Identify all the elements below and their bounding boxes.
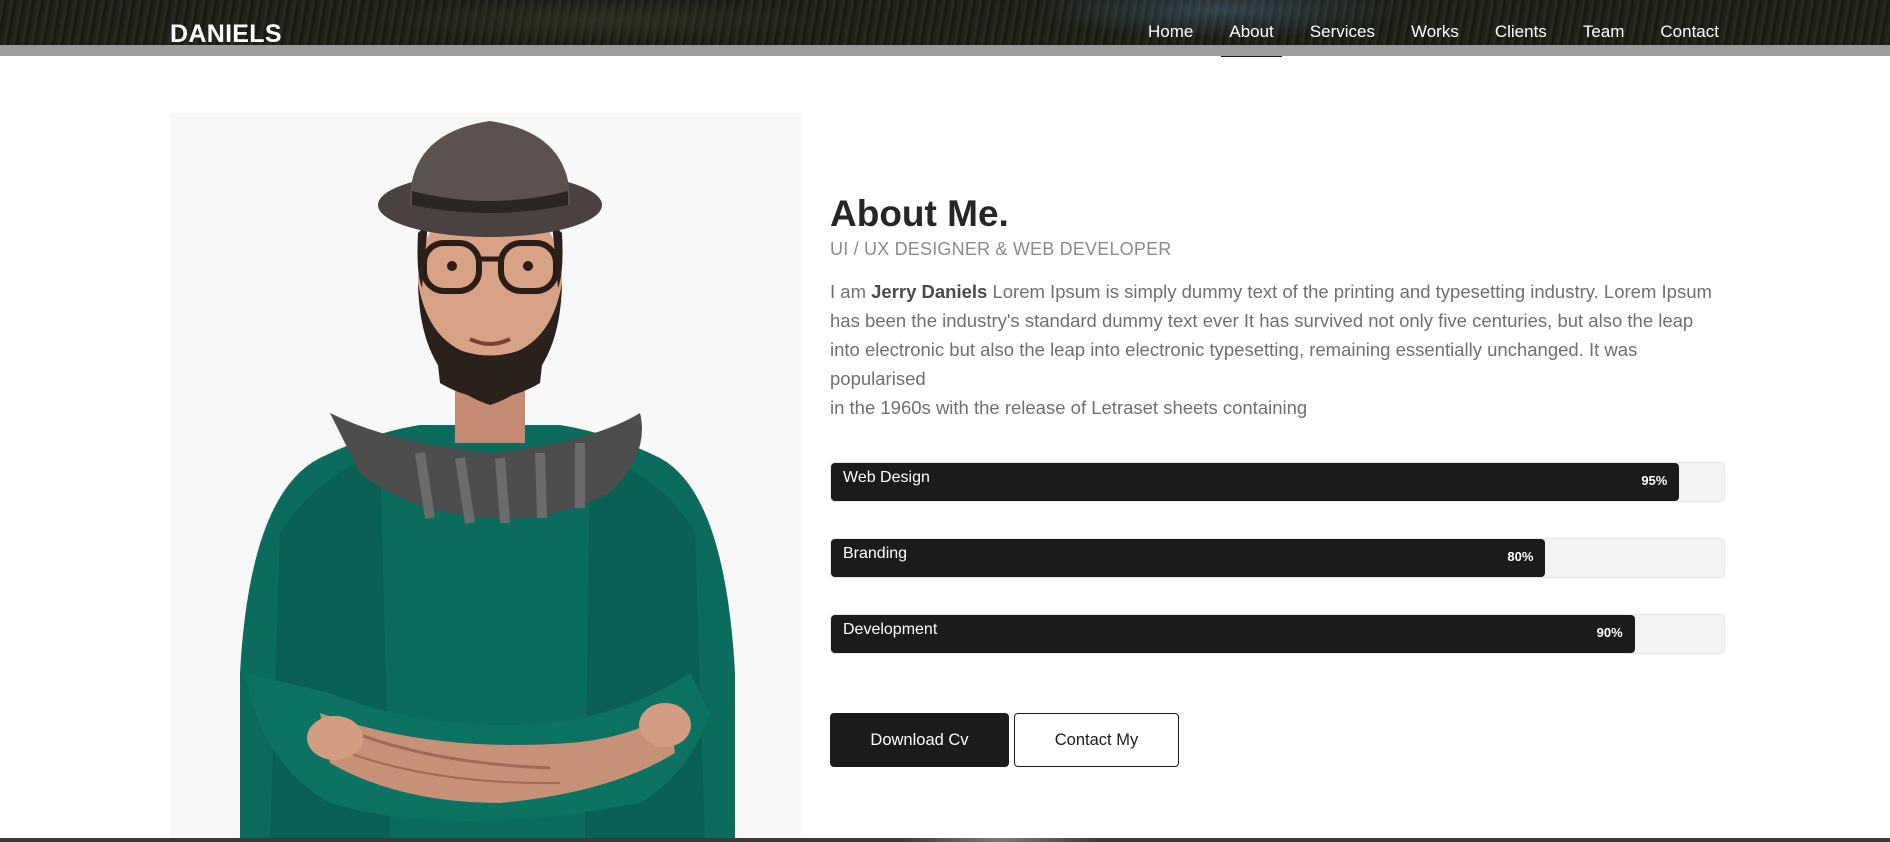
about-body-line2: in the 1960s with the release of Letrase… [830, 397, 1308, 418]
skill-fill [831, 615, 1635, 653]
about-section: About Me. UI / UX DESIGNER & WEB DEVELOP… [830, 190, 1725, 422]
profile-photo [170, 113, 801, 842]
nav-team[interactable]: Team [1565, 20, 1643, 55]
skill-bar-branding: Branding 80% [830, 538, 1725, 578]
main-nav: Home About Services Works Clients Team C… [1130, 20, 1737, 57]
person-name: Jerry Daniels [871, 281, 988, 302]
nav-contact[interactable]: Contact [1642, 20, 1737, 55]
intro-prefix: I am [830, 281, 872, 302]
nav-clients[interactable]: Clients [1477, 20, 1565, 55]
skill-bar-development: Development 90% [830, 614, 1725, 654]
skill-percent: 90% [1596, 625, 1623, 640]
bottom-divider [0, 838, 1890, 842]
about-paragraph: I am Jerry Daniels Lorem Ipsum is simply… [830, 277, 1725, 422]
top-navbar: DANIELS Home About Services Works Client… [0, 0, 1890, 57]
skill-percent: 80% [1507, 549, 1534, 564]
nav-about[interactable]: About [1211, 20, 1291, 57]
skill-fill [831, 539, 1546, 577]
skill-bar-web-design: Web Design 95% [830, 462, 1725, 502]
skills-list: Web Design 95% Branding 80% Development … [830, 462, 1725, 690]
about-title: About Me. [830, 193, 1009, 234]
nav-services[interactable]: Services [1292, 20, 1393, 55]
nav-home[interactable]: Home [1130, 20, 1211, 55]
skill-name: Branding [843, 545, 908, 562]
skill-fill [831, 463, 1680, 501]
skill-name: Web Design [843, 469, 930, 486]
skill-name: Development [843, 621, 938, 638]
contact-my-button[interactable]: Contact My [1014, 713, 1179, 767]
nav-works[interactable]: Works [1393, 20, 1477, 55]
download-cv-button[interactable]: Download Cv [830, 713, 1009, 767]
portrait-image [240, 121, 735, 842]
skill-percent: 95% [1641, 473, 1668, 488]
about-subtitle: UI / UX DESIGNER & WEB DEVELOPER [830, 239, 1172, 259]
brand-logo[interactable]: DANIELS [170, 20, 282, 49]
